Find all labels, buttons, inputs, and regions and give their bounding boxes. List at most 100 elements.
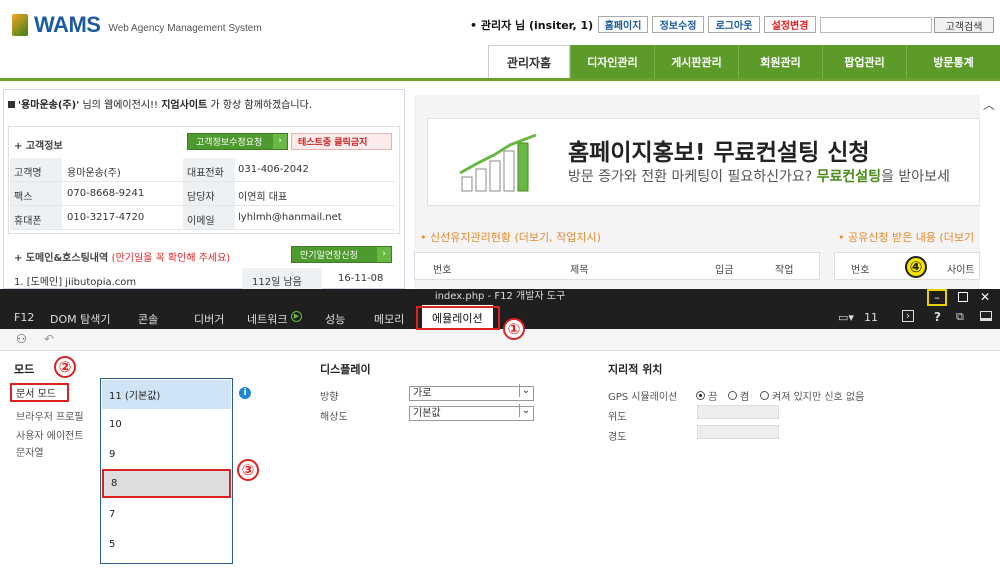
- domain-remaining: 112일 남음: [242, 268, 322, 289]
- user-agent-item[interactable]: 사용자 에이전트: [16, 427, 84, 442]
- document-mode-list[interactable]: 11 (기본값) 10 9 8 7 5: [100, 378, 233, 564]
- welcome-mid: 님의 웹에이전시!!: [79, 100, 162, 111]
- latitude-input[interactable]: [697, 405, 779, 419]
- row-label: 대표전화: [183, 158, 235, 181]
- table-row: 1. [도메인] jiibutopia.com 112일 남음 16-11-08: [10, 268, 395, 289]
- column-header: 작업: [775, 265, 794, 276]
- minimize-highlight: [927, 289, 947, 306]
- homepage-button[interactable]: 홈페이지: [598, 16, 648, 33]
- error-count[interactable]: 11: [864, 311, 878, 324]
- document-mode-item[interactable]: 문서 모드: [10, 383, 69, 402]
- extend-expiry-button[interactable]: 만기일연장신청: [291, 246, 392, 263]
- tab-f12[interactable]: F12: [14, 311, 34, 324]
- customer-edit-request-button[interactable]: 고객정보수정요청: [187, 133, 288, 150]
- devtools-title: index.php - F12 개발자 도구: [0, 289, 1000, 305]
- domain-title: + 도메인&호스팅내역 (만기일을 꼭 확인해 주세요): [14, 249, 230, 264]
- customer-search-button[interactable]: 고객검색: [934, 17, 994, 33]
- monitor-icon[interactable]: ▭▾: [838, 311, 854, 324]
- maximize-icon[interactable]: [958, 292, 968, 302]
- tab-memory[interactable]: 메모리: [374, 311, 404, 327]
- emulation-tab-highlight: [416, 306, 500, 330]
- geo-title: 지리적 위치: [608, 363, 663, 376]
- domain-title-text: + 도메인&호스팅내역: [14, 253, 109, 264]
- row-value: 용마운송(주): [67, 168, 121, 179]
- tab-debugger[interactable]: 디버거: [194, 311, 224, 327]
- logo[interactable]: WAMS Web Agency Management System: [12, 12, 262, 38]
- radio-label: 끔: [708, 392, 718, 403]
- share-request-title[interactable]: • 공유신청 받은 내용 (더보기: [838, 229, 974, 245]
- test-no-click-button[interactable]: 테스트중 클릭금지: [291, 133, 392, 150]
- gps-nosignal-radio[interactable]: 켜져 있지만 신호 없음: [760, 388, 864, 403]
- row-label: 담당자: [183, 182, 235, 205]
- tab-network[interactable]: 네트워크: [247, 311, 287, 327]
- tab-board[interactable]: 게시판관리: [654, 45, 738, 79]
- row-label: 팩스: [10, 182, 62, 205]
- gps-on-radio[interactable]: 켬: [728, 388, 749, 403]
- mode-title: 모드: [14, 363, 35, 376]
- tab-performance[interactable]: 성능: [325, 311, 345, 327]
- longitude-input[interactable]: [697, 425, 779, 439]
- maintenance-table-header: 번호 제목 입금 작업: [414, 252, 820, 280]
- column-header: 번호: [433, 265, 452, 276]
- row-value: 010-3217-4720: [67, 212, 145, 223]
- list-item[interactable]: 11 (기본값): [102, 380, 231, 409]
- tab-design[interactable]: 디자인관리: [570, 45, 654, 79]
- annotation-3: ③: [237, 459, 259, 481]
- undock-icon[interactable]: ⧉: [956, 310, 964, 324]
- column-header: 입금: [715, 265, 734, 276]
- resolution-select[interactable]: 기본값: [409, 404, 534, 421]
- row-value: lyhlmh@hanmail.net: [238, 212, 342, 223]
- radio-dot: [760, 391, 769, 400]
- row-label: 이메일: [183, 206, 235, 229]
- domain-name: 1. [도메인] jiibutopia.com: [14, 277, 137, 288]
- reset-icon[interactable]: ↶: [44, 332, 54, 346]
- welcome-company: '용마운송(주)': [18, 100, 80, 111]
- table-row: 팩스 070-8668-9241 담당자 이연희 대표: [10, 182, 395, 206]
- dock-icon[interactable]: [980, 311, 992, 321]
- logout-button[interactable]: 로그아웃: [708, 16, 760, 33]
- row-value: 070-8668-9241: [67, 188, 145, 199]
- tab-stats[interactable]: 방문통계: [906, 45, 1000, 79]
- list-item[interactable]: 5: [102, 530, 231, 559]
- list-item[interactable]: 9: [102, 440, 231, 469]
- customer-search-input[interactable]: [820, 17, 932, 33]
- tab-members[interactable]: 회원관리: [738, 45, 822, 79]
- radio-dot: [696, 391, 705, 400]
- list-item[interactable]: 10: [102, 410, 231, 439]
- banner-sub-b: 무료컨설팅: [816, 169, 882, 185]
- radio-label: 켬: [740, 392, 750, 403]
- browser-profile-item[interactable]: 브라우저 프로필: [16, 408, 84, 423]
- gps-off-radio[interactable]: 끔: [696, 388, 717, 403]
- tab-admin-home[interactable]: 관리자홈: [488, 45, 570, 79]
- banner-sub-c: 을 받아보세: [881, 169, 950, 185]
- list-item[interactable]: 8: [102, 469, 231, 498]
- string-item[interactable]: 문자열: [16, 444, 44, 459]
- list-item[interactable]: 7: [102, 500, 231, 529]
- console-icon[interactable]: ›: [902, 310, 914, 322]
- tab-console[interactable]: 콘솔: [138, 311, 158, 327]
- info-icon[interactable]: i: [239, 387, 251, 399]
- annotation-1: ①: [503, 318, 525, 340]
- welcome-strong: 지엄사이트: [161, 100, 208, 111]
- row-label: 고객명: [10, 158, 62, 181]
- maintenance-status-title[interactable]: • 신선유지관리현황 (더보기, 작업지시): [420, 229, 601, 245]
- help-icon[interactable]: ?: [934, 310, 941, 324]
- profile-icon[interactable]: ⚇: [16, 332, 27, 346]
- brand-subtitle: Web Agency Management System: [108, 22, 262, 34]
- annotation-4: ④: [905, 256, 927, 278]
- row-value: 031-406-2042: [238, 164, 309, 175]
- tab-popup[interactable]: 팝업관리: [822, 45, 906, 79]
- orientation-select[interactable]: 가로: [409, 384, 534, 401]
- info-edit-button[interactable]: 정보수정: [652, 16, 704, 33]
- settings-button[interactable]: 설정변경: [764, 16, 816, 33]
- tab-dom-explorer[interactable]: DOM 탐색기: [50, 311, 110, 327]
- domain-warning: (만기일을 꼭 확인해 주세요): [111, 253, 231, 264]
- devtools-toolbar: ⚇ ↶: [0, 329, 1000, 351]
- row-label: 휴대폰: [10, 206, 62, 229]
- play-icon: ▶: [291, 311, 302, 322]
- table-row: 휴대폰 010-3217-4720 이메일 lyhlmh@hanmail.net: [10, 206, 395, 230]
- column-header: 번호: [851, 265, 870, 276]
- scroll-up-icon[interactable]: ︿: [980, 95, 998, 113]
- close-icon[interactable]: ✕: [980, 290, 990, 304]
- orientation-label: 방향: [320, 392, 339, 403]
